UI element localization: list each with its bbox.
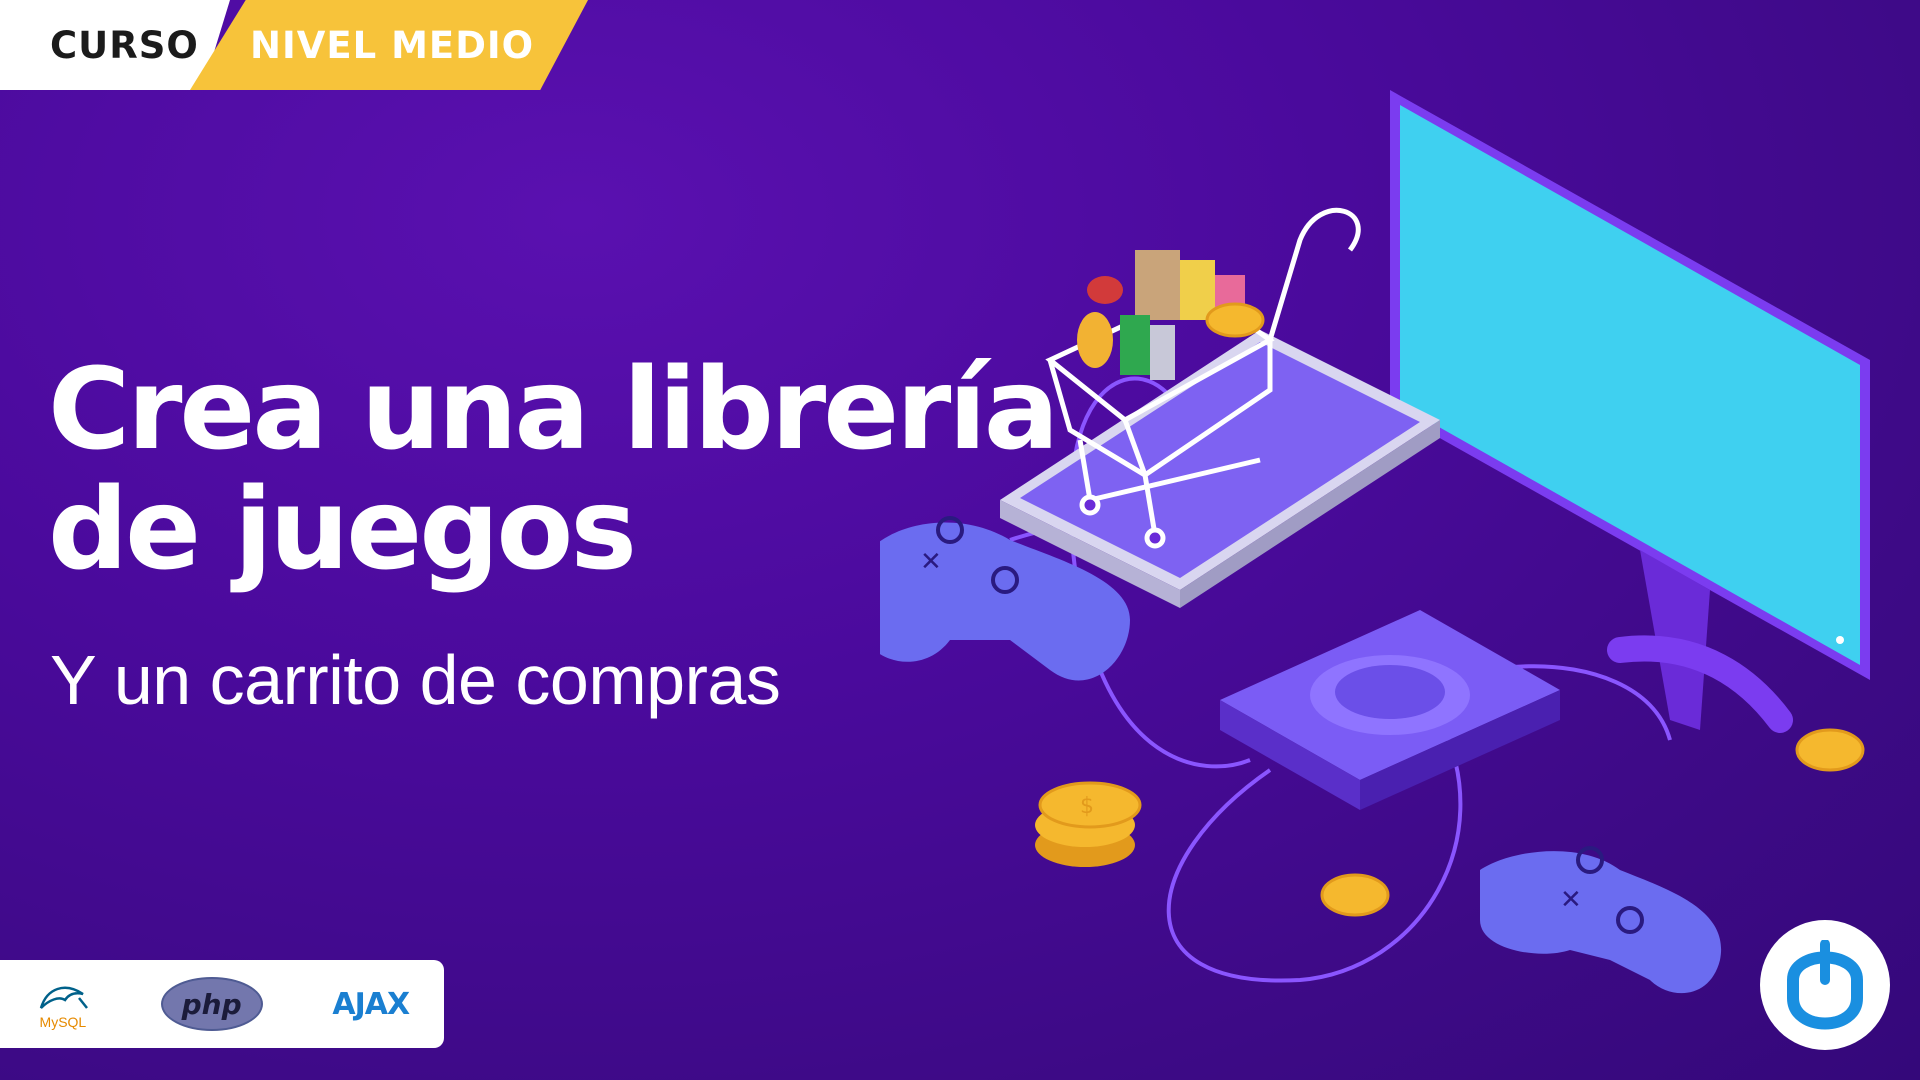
mouse-icon bbox=[1787, 940, 1863, 1030]
mysql-label: MySQL bbox=[39, 1014, 87, 1030]
game-controller-icon: ✕ bbox=[1480, 846, 1722, 994]
badge-curso: CURSO bbox=[0, 0, 230, 90]
course-subtitle: Y un carrito de compras bbox=[50, 641, 781, 719]
ajax-logo: AJAX bbox=[332, 986, 410, 1022]
coin-symbol: $ bbox=[1080, 794, 1094, 819]
svg-text:✕: ✕ bbox=[1560, 885, 1582, 915]
coin-icon bbox=[1205, 302, 1265, 338]
mysql-logo: MySQL bbox=[35, 969, 91, 1039]
php-logo-wrapper: php bbox=[160, 969, 263, 1039]
coin-icon: $ bbox=[1035, 781, 1142, 867]
course-badge-bar: CURSO NIVEL MEDIO bbox=[0, 0, 600, 90]
coin-icon bbox=[1320, 873, 1390, 917]
mysql-dolphin-icon bbox=[39, 986, 88, 1009]
ajax-logo-wrapper: AJAX bbox=[332, 969, 410, 1039]
coin-icon bbox=[1795, 728, 1865, 772]
game-console-icon bbox=[1220, 610, 1560, 810]
ecommerce-gaming-illustration: ✕ ✕ $ bbox=[880, 90, 1870, 994]
technologies-box: MySQL php AJAX bbox=[0, 960, 444, 1048]
badge-nivel: NIVEL MEDIO bbox=[190, 0, 588, 90]
brand-logo bbox=[1760, 920, 1890, 1050]
php-logo: php bbox=[160, 977, 263, 1031]
svg-text:✕: ✕ bbox=[920, 547, 942, 577]
